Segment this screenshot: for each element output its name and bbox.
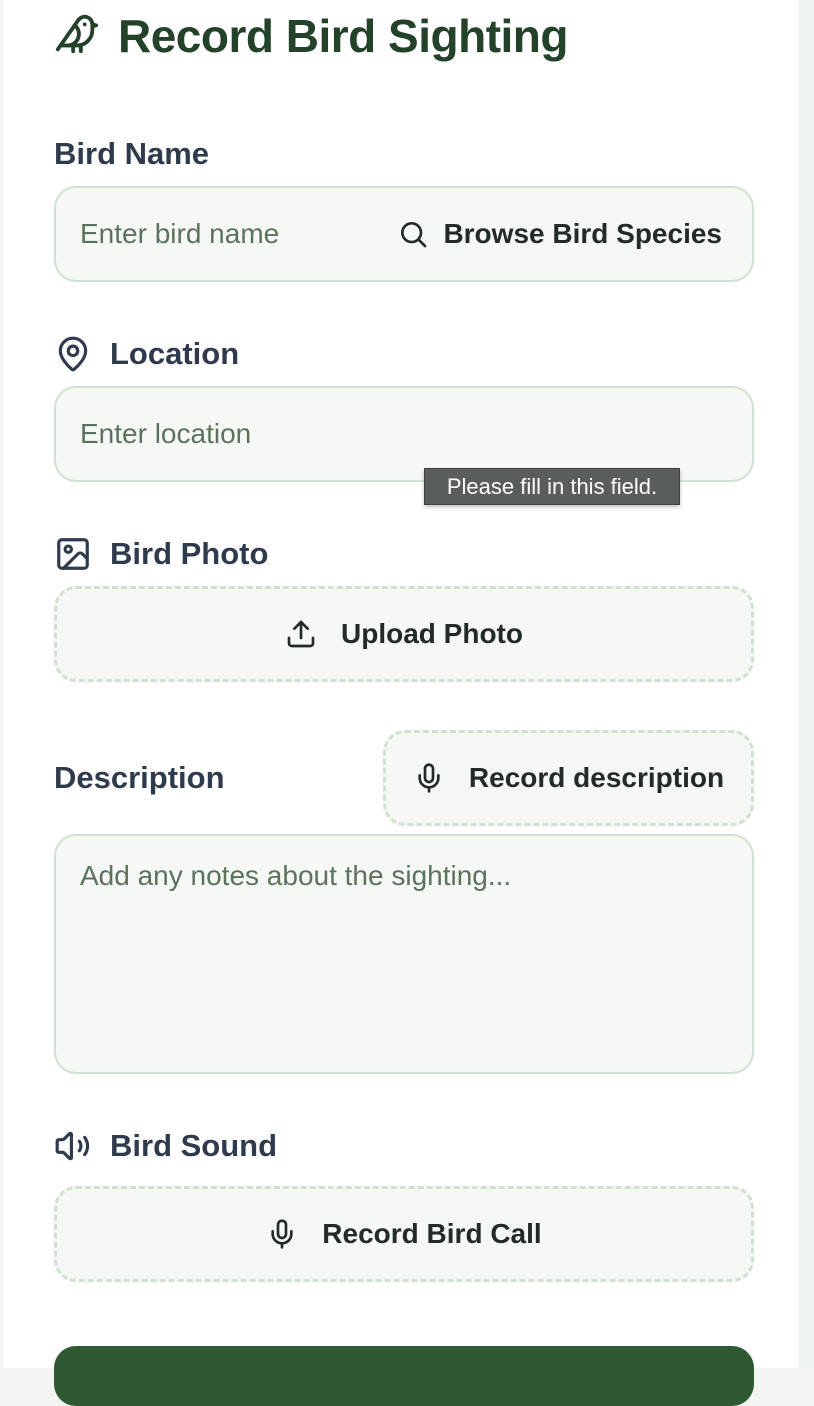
map-pin-icon — [54, 335, 92, 373]
upload-photo-label: Upload Photo — [341, 618, 523, 649]
description-field — [54, 834, 754, 1074]
search-icon — [397, 218, 443, 250]
bird-name-input[interactable] — [56, 188, 396, 280]
scroll-gutter — [799, 0, 814, 1368]
browse-bird-species-button[interactable]: Browse Bird Species — [397, 188, 722, 280]
bird-photo-label: Bird Photo — [54, 534, 268, 574]
page: Record Bird Sighting Bird Name Browse Bi… — [0, 0, 814, 1406]
location-input[interactable] — [56, 388, 752, 480]
bird-name-label-text: Bird Name — [54, 136, 210, 171]
location-label-text: Location — [110, 336, 240, 371]
record-bird-call-button[interactable]: Record Bird Call — [54, 1186, 754, 1282]
microphone-icon — [413, 762, 469, 794]
record-description-button[interactable]: Record description — [383, 730, 754, 826]
description-label: Description — [54, 758, 225, 798]
record-bird-call-label: Record Bird Call — [322, 1218, 542, 1249]
submit-button[interactable] — [54, 1346, 754, 1406]
upload-photo-button[interactable]: Upload Photo — [54, 586, 754, 682]
browse-bird-species-label: Browse Bird Species — [443, 218, 722, 249]
bird-photo-label-text: Bird Photo — [110, 536, 269, 571]
validation-tooltip: Please fill in this field. — [424, 468, 680, 505]
bird-sound-label: Bird Sound — [54, 1126, 277, 1166]
record-description-label: Record description — [468, 762, 725, 793]
page-title: Record Bird Sighting — [118, 10, 569, 62]
bird-icon — [54, 11, 100, 62]
description-label-text: Description — [54, 760, 225, 795]
bird-name-field: Browse Bird Species — [54, 186, 754, 282]
bird-sound-label-text: Bird Sound — [110, 1128, 278, 1163]
description-textarea[interactable] — [56, 836, 752, 1072]
microphone-icon — [266, 1218, 322, 1250]
bird-name-label: Bird Name — [54, 134, 209, 174]
location-label: Location — [54, 334, 239, 374]
page-header: Record Bird Sighting — [54, 10, 569, 62]
sighting-form-card: Record Bird Sighting Bird Name Browse Bi… — [3, 0, 799, 1406]
speaker-icon — [54, 1127, 92, 1165]
upload-icon — [285, 618, 341, 650]
image-icon — [54, 535, 92, 573]
